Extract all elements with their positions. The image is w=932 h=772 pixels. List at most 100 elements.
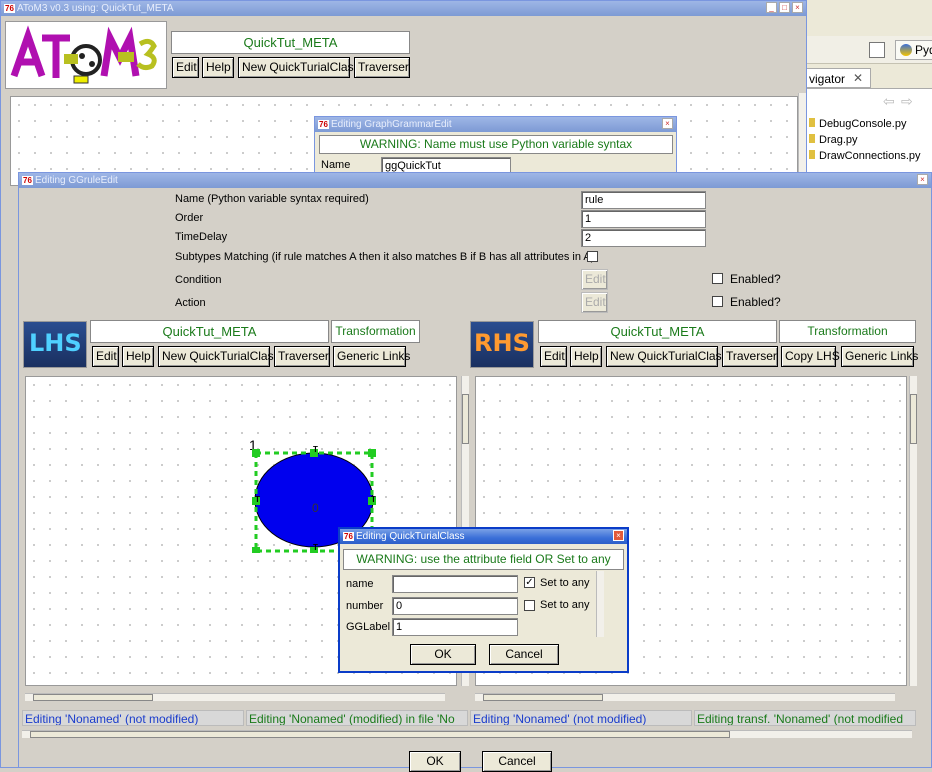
main-metamodel-banner: QuickTut_META: [171, 31, 410, 54]
close-button[interactable]: ×: [917, 174, 928, 185]
action-label: Action: [175, 297, 206, 309]
navigator-panel: ⇦ ⇨ DebugConsole.py Drag.py DrawConnecti…: [807, 88, 932, 174]
class-warning-banner: WARNING: use the attribute field OR Set …: [343, 549, 624, 570]
gglabel-attribute-field[interactable]: 1: [392, 618, 518, 636]
navigator-tab-label: vigator: [809, 72, 846, 86]
file-list-item[interactable]: DrawConnections.py: [809, 150, 921, 162]
maximize-button[interactable]: □: [779, 2, 790, 13]
navigator-tab[interactable]: vigator ✕: [807, 68, 871, 88]
rhs-horizontal-scrollbar[interactable]: [475, 693, 895, 701]
quick-turial-class-dialog: 76 Editing QuickTurialClass × WARNING: u…: [338, 527, 629, 673]
class-cancel-button[interactable]: Cancel: [489, 644, 559, 665]
close-button[interactable]: ×: [662, 118, 673, 129]
python-file-icon: [809, 150, 815, 159]
name-set-to-any-label: Set to any: [540, 577, 590, 589]
gg-dialog-title: Editing GraphGrammarEdit: [331, 119, 452, 130]
close-icon[interactable]: ✕: [853, 71, 863, 85]
rule-cancel-button[interactable]: Cancel: [482, 751, 552, 772]
rhs-help-button[interactable]: Help: [570, 346, 602, 367]
time-delay-label: TimeDelay: [175, 231, 228, 243]
lhs-metamodel-banner: QuickTut_META: [90, 320, 329, 343]
action-enabled-checkbox[interactable]: [712, 296, 723, 307]
condition-enabled-checkbox[interactable]: [712, 273, 723, 284]
class-dialog-title: Editing QuickTurialClass: [356, 531, 465, 542]
python-icon: [900, 44, 912, 56]
main-help-button[interactable]: Help: [202, 57, 234, 78]
rhs-generic-links-button[interactable]: Generic Links: [841, 346, 918, 367]
forward-arrow-icon[interactable]: ⇨: [901, 93, 913, 110]
close-button[interactable]: ×: [792, 2, 803, 13]
order-field[interactable]: 1: [581, 210, 706, 228]
atom3-logo-image: [10, 25, 157, 84]
rule-ok-button[interactable]: OK: [409, 751, 461, 772]
lhs-horizontal-scroll-thumb[interactable]: [33, 694, 153, 701]
rhs-vertical-scroll-thumb[interactable]: [910, 394, 917, 444]
class-dialog-scrollbar[interactable]: [596, 571, 604, 637]
perspective-python-button[interactable]: Pyde: [895, 40, 932, 60]
lhs-node-attribute-text: 0: [312, 501, 319, 515]
lhs-logo-text: LHS: [29, 329, 82, 357]
python-file-icon: [809, 134, 815, 143]
lhs-help-button[interactable]: Help: [122, 346, 154, 367]
lhs-traverser-button[interactable]: Traverser: [274, 346, 330, 367]
file-list-item[interactable]: Drag.py: [809, 134, 858, 146]
atom3-app-icon: 76: [4, 4, 15, 13]
main-window-title: AToM3 v0.3 using: QuickTut_META: [17, 3, 174, 14]
file-name: Drag.py: [819, 134, 858, 146]
action-edit-button[interactable]: Edit: [581, 292, 608, 313]
eclipse-toolbar-icon[interactable]: [869, 42, 885, 58]
lhs-new-class-button[interactable]: New QuickTurialClass: [158, 346, 280, 367]
rhs-horizontal-scroll-thumb[interactable]: [483, 694, 603, 701]
rhs-metamodel-banner: QuickTut_META: [538, 320, 777, 343]
main-canvas-scrollbar[interactable]: [798, 93, 806, 183]
lhs-transformation-banner: Transformation: [331, 320, 420, 343]
lhs-edit-button[interactable]: Edit: [92, 346, 119, 367]
order-label: Order: [175, 212, 204, 224]
rule-window-title: Editing GGruleEdit: [35, 175, 118, 186]
main-edit-button[interactable]: Edit: [172, 57, 199, 78]
rhs-logo: RHS: [470, 321, 534, 368]
subtypes-matching-checkbox[interactable]: [587, 251, 598, 262]
rule-title-bar: 76 Editing GGruleEdit ×: [19, 173, 931, 188]
time-delay-field[interactable]: 2: [581, 229, 706, 247]
main-new-class-button[interactable]: New QuickTurialClass: [238, 57, 360, 78]
rhs-copy-lhs-button[interactable]: Copy LHS: [781, 346, 840, 367]
main-title-bar: 76 AToM3 v0.3 using: QuickTut_META _ □ ×: [1, 1, 806, 16]
rhs-edit-button[interactable]: Edit: [540, 346, 567, 367]
rhs-status-right: Editing transf. 'Nonamed' (not modified: [694, 710, 916, 726]
lhs-status-right: Editing 'Nonamed' (modified) in file 'No: [246, 710, 468, 726]
python-file-icon: [809, 118, 815, 127]
class-ok-button[interactable]: OK: [410, 644, 476, 665]
rule-name-field[interactable]: rule: [581, 191, 706, 209]
lhs-generic-links-button[interactable]: Generic Links: [333, 346, 410, 367]
file-name: DrawConnections.py: [819, 150, 921, 162]
condition-edit-button[interactable]: Edit: [581, 269, 608, 290]
rhs-logo-text: RHS: [474, 329, 530, 357]
rule-window-scroll-thumb[interactable]: [30, 731, 730, 738]
rule-window-horizontal-scrollbar[interactable]: [22, 730, 912, 738]
lhs-node-top-handle-label: T: [313, 445, 318, 454]
rhs-vertical-scrollbar[interactable]: [909, 376, 917, 686]
lhs-horizontal-scrollbar[interactable]: [25, 693, 445, 701]
lhs-node-left-handle-label: T: [255, 495, 260, 504]
condition-label: Condition: [175, 274, 222, 286]
rule-name-label: Name (Python variable syntax required): [175, 193, 369, 205]
close-button[interactable]: ×: [613, 530, 624, 541]
gg-warning-banner: WARNING: Name must use Python variable s…: [319, 135, 673, 154]
number-set-to-any-checkbox[interactable]: [524, 600, 535, 611]
back-arrow-icon[interactable]: ⇦: [883, 93, 895, 110]
atom3-app-icon: 76: [343, 532, 354, 541]
file-list-item[interactable]: DebugConsole.py: [809, 118, 906, 130]
gg-name-label: Name: [321, 159, 351, 171]
name-attribute-field[interactable]: [392, 575, 518, 593]
gg-title-bar: 76 Editing GraphGrammarEdit ×: [315, 117, 676, 132]
lhs-vertical-scroll-thumb[interactable]: [462, 394, 469, 444]
rhs-traverser-button[interactable]: Traverser: [722, 346, 778, 367]
rhs-new-class-button[interactable]: New QuickTurialClass: [606, 346, 728, 367]
number-set-to-any-label: Set to any: [540, 599, 590, 611]
name-set-to-any-checkbox[interactable]: ✓: [524, 577, 535, 588]
atom3-app-icon: 76: [318, 120, 329, 129]
number-attribute-field[interactable]: 0: [392, 597, 518, 615]
main-traverser-button[interactable]: Traverser: [354, 57, 410, 78]
minimize-button[interactable]: _: [766, 2, 777, 13]
